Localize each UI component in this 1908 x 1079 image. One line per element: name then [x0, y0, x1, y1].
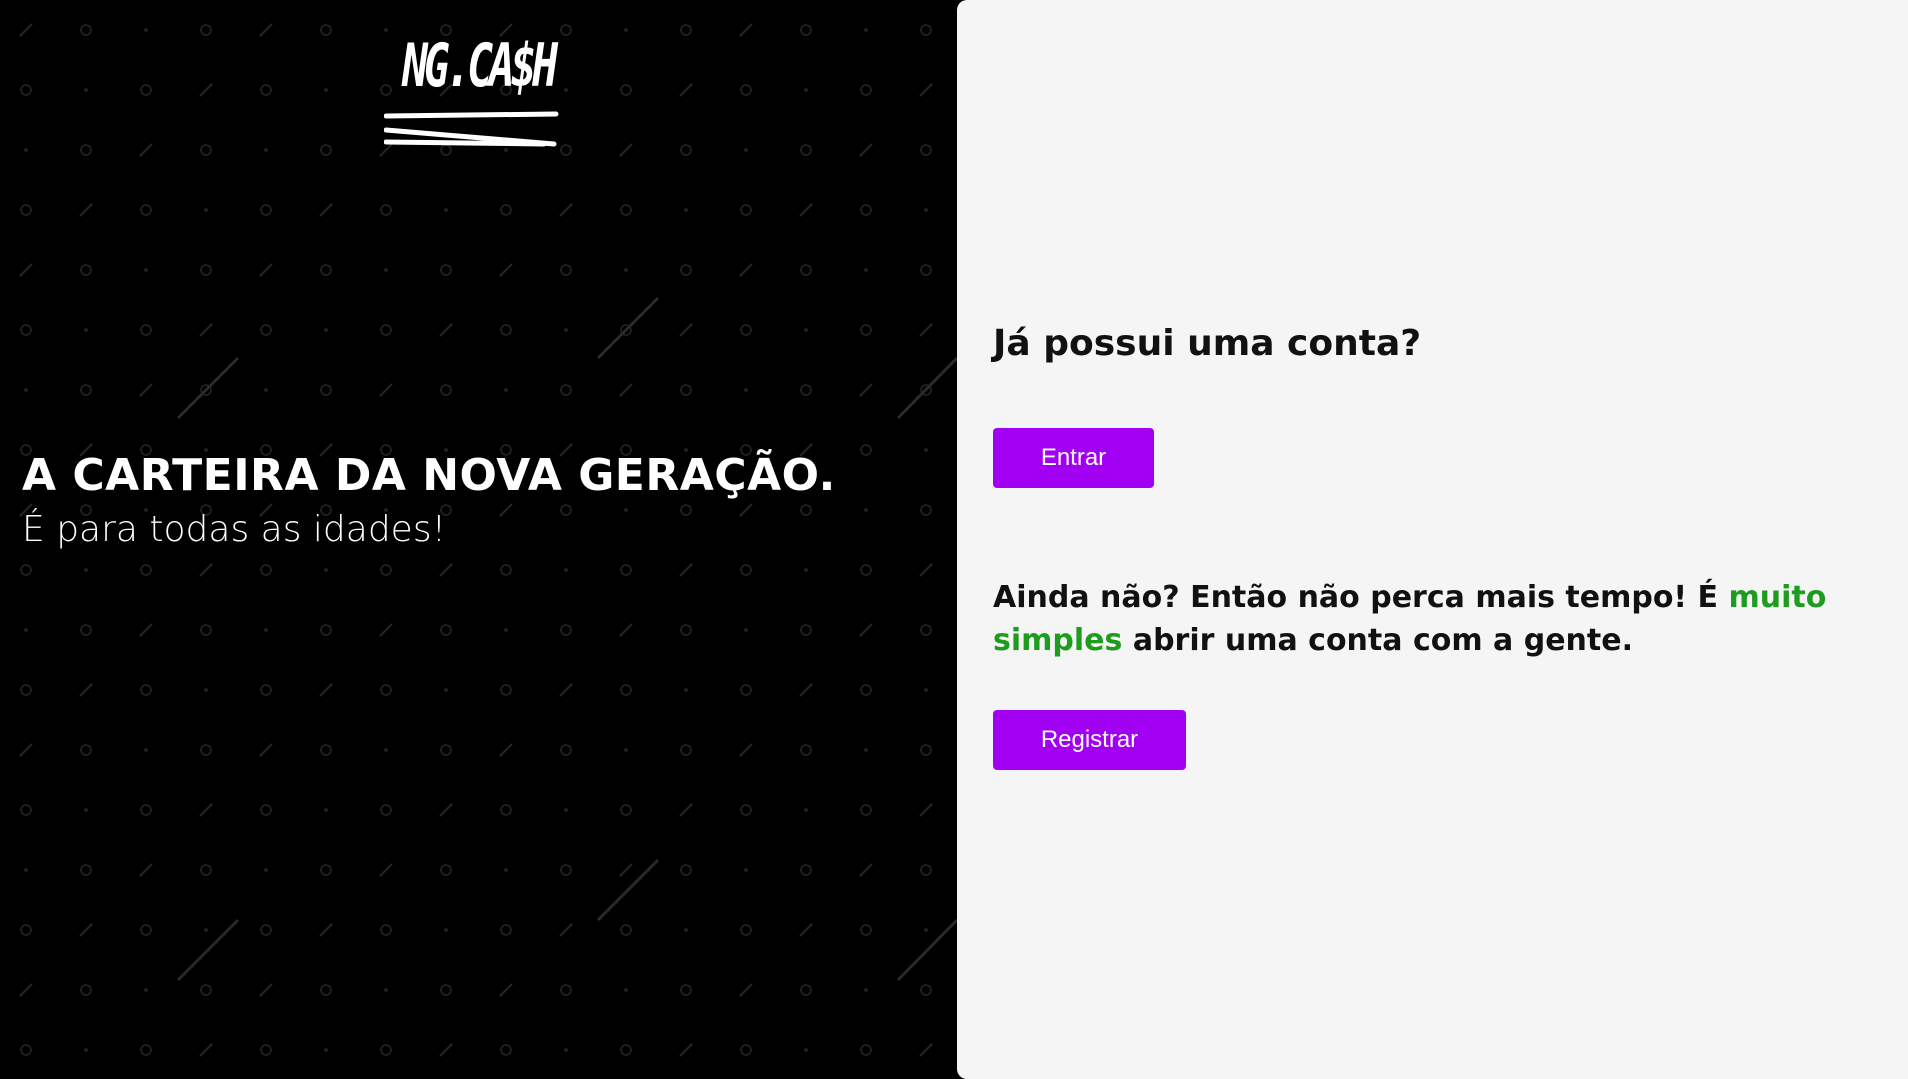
register-text-after: abrir uma conta com a gente.	[1122, 623, 1633, 658]
hero-title: A CARTEIRA DA NOVA GERAÇÃO.	[22, 450, 836, 501]
logo-wordmark: NG.CA$H	[402, 31, 558, 101]
register-button[interactable]: Registrar	[993, 710, 1186, 770]
auth-panel: Já possui uma conta? Entrar Ainda não? E…	[957, 0, 1908, 1079]
register-text-before: Ainda não? Então não perca mais tempo! É	[993, 580, 1729, 615]
brand-panel: NG.CA$H A CARTEIRA DA NOVA GERAÇÃO. É pa…	[0, 0, 957, 1079]
page: NG.CA$H A CARTEIRA DA NOVA GERAÇÃO. É pa…	[0, 0, 1908, 1079]
login-heading: Já possui uma conta?	[993, 323, 1422, 364]
register-text: Ainda não? Então não perca mais tempo! É…	[993, 576, 1853, 662]
hero: A CARTEIRA DA NOVA GERAÇÃO. É para todas…	[22, 449, 836, 553]
logo-underline-mark	[384, 111, 559, 147]
ngcash-logo: NG.CA$H	[384, 26, 560, 148]
login-button[interactable]: Entrar	[993, 428, 1154, 488]
hero-subtitle: É para todas as idades!	[22, 509, 447, 550]
